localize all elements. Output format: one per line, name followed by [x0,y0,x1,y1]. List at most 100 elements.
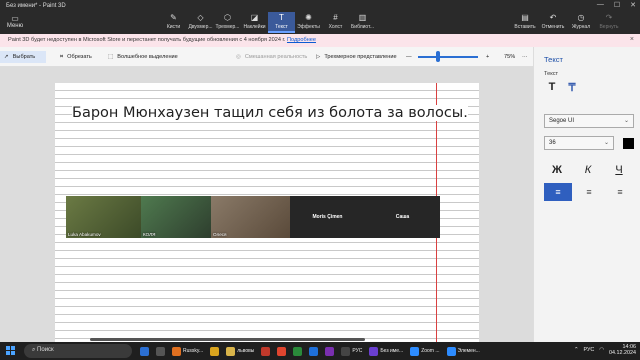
taskbar-app[interactable]: Zoom ... [408,344,441,358]
text-2d-button[interactable]: T [544,81,560,95]
taskbar-app[interactable]: Элемен... [445,344,482,358]
font-family-select[interactable]: Segoe UI ⌄ [544,114,634,128]
taskbar-app[interactable]: Russky... [170,344,205,358]
taskbar-app[interactable] [275,344,288,358]
zoom-in-button[interactable]: + [482,51,493,63]
chevron-up-icon[interactable]: ⌃ [574,347,579,353]
tool-3d-shapes[interactable]: ⬡ Трехмер... [214,12,241,33]
notice-link[interactable]: Подробнее [287,37,316,43]
taskbar-app[interactable] [154,344,167,358]
taskbar-search[interactable]: ⌕ Поиск [24,344,132,358]
chevron-down-icon: ⌄ [623,118,629,124]
video-tile: Moris Çimen [290,196,365,238]
bold-button[interactable]: Ж [544,161,570,179]
app-icon [140,346,149,356]
italic-button[interactable]: К [575,161,601,179]
text-icon: T [279,13,284,22]
taskbar-app[interactable] [307,344,320,358]
font-size-select[interactable]: 36 ⌄ [544,136,614,150]
participant-name: Moris Çimen [312,214,343,220]
text-color-swatch[interactable] [623,138,634,149]
align-right-button[interactable]: ≡ [606,183,634,201]
app-icon [325,346,335,356]
align-left-button[interactable]: ≡ [544,183,572,201]
app-icon [277,346,287,356]
taskbar-app[interactable]: Без име... [367,344,405,358]
tool-label: Эффекты [297,24,320,30]
tool-label: Трехмер... [215,24,240,30]
brush-icon: ✎ [170,13,177,22]
history-icon: ◷ [577,13,585,22]
participant-name: Саша [395,214,410,220]
tool-brushes[interactable]: ✎ Кисти [160,12,187,33]
notice-text: Paint 3D будет недоступен в Microsoft St… [8,37,286,43]
taskbar-app[interactable]: РУС [339,344,364,358]
view-3d-button[interactable]: ▷ Трехмерное представление [312,51,401,63]
minimize-button[interactable]: — [597,1,604,9]
language-indicator[interactable]: РУС [584,347,595,353]
zoom-value[interactable]: 75% [500,51,519,63]
tool-effects[interactable]: ✺ Эффекты [295,12,322,33]
taskbar-app[interactable] [138,344,151,358]
video-tile: Олеся [211,196,290,238]
tool-label: Текст [275,24,288,30]
mixed-reality-button[interactable]: ◎ Смешанная реальность [232,51,311,63]
undo-button[interactable]: ↶ Отменить [540,12,566,33]
taskbar-apps: Russky... львовы РУС Без име... Zoom ... Элем… [138,344,482,358]
search-icon: ⌕ [32,347,36,353]
tool-text[interactable]: T Текст [268,12,295,33]
close-icon[interactable]: × [630,36,634,43]
app-label: Элемен... [457,348,480,354]
pasted-video-strip[interactable]: Luka Abakumov КОЛЯ Олеся Moris Çimen Саш… [66,196,440,238]
start-button[interactable] [6,346,16,356]
zoom-out-button[interactable]: — [402,51,416,63]
clock[interactable]: 14:06 04.12.2024 [609,344,636,356]
taskbar-app[interactable]: львовы [224,344,256,358]
shapes-3d-icon: ⬡ [224,13,231,22]
align-center-button[interactable]: ≡ [575,183,603,201]
crop-label: Обрезать [67,54,92,60]
app-label: Zoom ... [421,348,440,354]
window-controls: — ☐ ✕ [597,1,636,9]
tool-library[interactable]: ▥ Библиот... [349,12,376,33]
redo-button[interactable]: ↷ Вернуть [596,12,622,33]
close-button[interactable]: ✕ [630,1,636,9]
tool-label: Наклейки [243,24,266,30]
maximize-button[interactable]: ☐ [614,1,620,9]
tool-2d-shapes[interactable]: ◇ Двухмер... [187,12,214,33]
wifi-icon[interactable]: ◠ [599,347,604,353]
canvas-area[interactable]: Барон Мюнхаузен тащил себя из болота за … [0,67,533,342]
more-button[interactable]: ··· [518,51,532,63]
tool-canvas[interactable]: # Холст [322,12,349,33]
horizontal-scrollbar[interactable] [90,338,365,341]
menu-button[interactable]: ▭ Меню [4,14,26,29]
tool-label: Кисти [166,24,181,30]
mixed-reality-icon: ◎ [236,54,241,60]
title-bar: Без имени* - Paint 3D — ☐ ✕ ▭ Меню ✎ Кист… [0,0,640,34]
crop-icon: ⌗ [60,53,64,60]
app-icon [410,346,420,356]
zoom-slider-track[interactable] [418,56,478,58]
app-label: РУС [352,348,363,354]
tool-stickers[interactable]: ◪ Наклейки [241,12,268,33]
zoom-slider-thumb[interactable] [436,51,440,62]
tool-label: Вернуть [599,24,619,30]
taskbar-app[interactable] [291,344,304,358]
library-icon: ▥ [358,13,367,22]
taskbar-app[interactable] [323,344,336,358]
menu-label: Меню [6,23,24,29]
select-button[interactable]: ➚ Выбрать [0,51,46,63]
app-icon [210,346,220,356]
taskbar-app[interactable] [259,344,272,358]
paste-button[interactable]: ▤ Вставить [512,12,538,33]
text-3d-button[interactable]: ₸ [564,81,580,95]
history-button[interactable]: ◷ Журнал [568,12,594,33]
canvas-text[interactable]: Барон Мюнхаузен тащил себя из болота за … [72,105,468,121]
crop-button[interactable]: ⌗ Обрезать [56,51,96,63]
font-size-value: 36 [549,140,556,146]
taskbar-app[interactable] [208,344,221,358]
ribbon-right-tools: ▤ Вставить ↶ Отменить ◷ Журнал ↷ Вернуть [512,12,622,33]
magic-select-button[interactable]: ⬚ Волшебное выделение [104,51,182,63]
underline-button[interactable]: Ч [606,161,632,179]
tool-label: Двухмер... [188,24,213,30]
